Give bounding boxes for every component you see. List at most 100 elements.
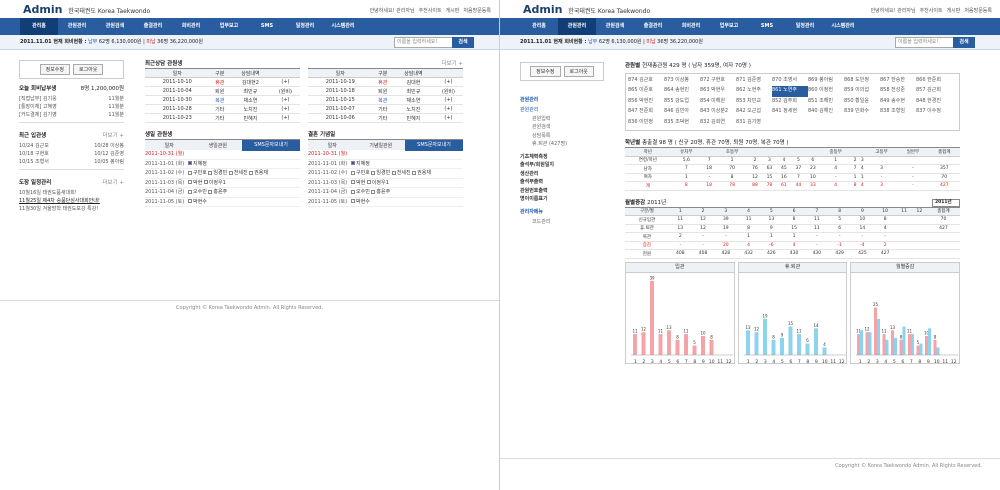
member-checkbox[interactable]: 지혜정 [351,161,370,167]
checkbox-icon[interactable] [366,180,371,184]
menu-system[interactable]: 시스템관리 [824,18,862,35]
checkbox-icon[interactable] [208,189,213,194]
member-item[interactable]: 858 전성준 [880,86,916,96]
member-item[interactable]: 851 조해민 [808,97,844,107]
member-item[interactable]: 847 전준희 [628,107,664,117]
menu-home[interactable]: 관리홈 [20,18,58,35]
sidebar-item[interactable]: 관원입력 [520,115,604,124]
member-item[interactable]: 866 한준희 [916,76,952,86]
table-row[interactable]: 2011-10-19 휴관 김대현 (+) [308,77,463,87]
member-checkbox[interactable]: 박현수 [351,199,370,205]
more-link[interactable]: 더보기 + [102,131,124,139]
member-item[interactable]: 862 노현주 [736,86,772,96]
sidebar-item[interactable]: 출석부/회원일지 [520,161,604,170]
more-link[interactable]: 더보기 + [441,60,463,68]
link-recommend[interactable]: 추천사이트 [920,7,943,14]
member-item[interactable]: 842 오근섭 [736,107,772,117]
member-item[interactable]: 861 노연주 [772,86,808,97]
sidebar-item[interactable]: 상담목록 [520,132,604,141]
member-checkbox[interactable]: 임경민 [208,170,228,176]
member-item[interactable]: 872 구현호 [700,76,736,86]
menu-search[interactable]: 관원검색 [596,18,634,35]
member-checkbox[interactable]: 이정우1 [203,180,226,186]
menu-schedule[interactable]: 일정관리 [286,18,324,35]
member-item[interactable]: 850 황일윤 [844,97,880,107]
sidebar-item[interactable]: 관원검색 [520,123,604,132]
sms-send-button[interactable]: SMS문자보내기 [242,139,300,151]
member-checkbox[interactable]: 임경민 [371,170,391,176]
logo[interactable]: Admin 한국태권도 Korea Taekwondo [23,3,150,16]
member-item[interactable]: 865 이준호 [628,86,664,96]
list-item[interactable]: [직접납부] 김기웅 11월분 [19,95,124,103]
checkbox-icon[interactable] [391,170,396,175]
member-checkbox[interactable]: 천세진 [228,170,249,176]
member-item[interactable]: 867 한승한 [880,76,916,86]
sidebar-item[interactable]: 명이이름표기 [520,195,604,204]
sidebar-item[interactable]: 휴.퇴관 (427명) [520,140,604,149]
member-checkbox[interactable]: 홍윤주 [208,189,227,195]
year-select[interactable]: 2011년 [932,198,960,207]
checkbox-icon[interactable] [351,161,355,165]
checkbox-icon[interactable] [351,170,355,175]
list-item[interactable]: 10/15 조형서 10/05 봉아림 [19,158,124,166]
member-item[interactable]: 857 김근희 [916,86,952,96]
list-item[interactable]: 11월30일 겨울방학 태권도보강 특강! [19,205,124,213]
checkbox-icon[interactable] [188,199,192,203]
member-checkbox[interactable]: 박현 [351,180,367,186]
member-item[interactable]: 863 박현우 [700,86,736,96]
member-item[interactable]: 832 김희연 [700,118,736,128]
member-item[interactable]: 846 김민아 [664,107,700,117]
checkbox-icon[interactable] [228,170,233,175]
list-item[interactable]: [카드결제] 김기영 11월분 [19,111,124,119]
member-item[interactable]: 837 이수정 [916,107,952,117]
list-item[interactable]: 10/18 구현호 10/12 김준영 [19,150,124,158]
member-item[interactable]: 873 이상봉 [664,76,700,86]
menu-members[interactable]: 관원관리 [58,18,96,35]
table-row[interactable]: 2011-10-23 기타 민혜지 (+) [145,113,300,123]
member-item[interactable]: 848 한경진 [916,97,952,107]
member-item[interactable]: 869 봉아림 [808,76,844,86]
table-row[interactable]: 2011-10-06 기타 민혜지 (+) [308,113,463,123]
member-checkbox[interactable]: 박현 [188,180,204,186]
member-item[interactable]: 853 차민교 [736,97,772,107]
menu-fees[interactable]: 회비관리 [172,18,210,35]
checkbox-icon[interactable] [188,170,192,175]
link-board[interactable]: 게시판 [446,7,460,14]
member-item[interactable]: 870 조영서 [772,76,808,86]
checkbox-icon[interactable] [371,189,376,194]
search-button[interactable]: 검색 [452,37,474,48]
menu-home[interactable]: 관리홈 [520,18,558,35]
member-item[interactable]: 868 도민정 [844,76,880,86]
member-checkbox[interactable]: 구민호 [351,170,371,176]
menu-members[interactable]: 관원관리 [558,18,596,35]
edit-info-button[interactable]: 정보수정 [530,66,561,77]
menu-reports[interactable]: 업무보고 [210,18,248,35]
member-item[interactable]: 859 이의섭 [844,86,880,96]
table-row[interactable]: 2011-10-28 기타 노치진 (+) [145,104,300,114]
search-input[interactable]: 이름을 입력하세요! [394,37,454,48]
checkbox-icon[interactable] [412,170,417,175]
member-checkbox[interactable]: 이정우1 [366,180,389,186]
sidebar-item[interactable]: 관원번호출력 [520,187,604,196]
member-checkbox[interactable]: 지혜정 [188,161,207,167]
table-row[interactable]: 2011-10-30 복관 채소연 (+) [145,95,300,105]
menu-search[interactable]: 관원검색 [96,18,134,35]
member-item[interactable]: 839 민화수 [844,107,880,117]
menu-sms[interactable]: SMS [248,18,286,35]
sms-send-button[interactable]: SMS문자보내기 [405,139,463,151]
table-row[interactable]: 2011-10-18 퇴원 최민규 (원비) [308,86,463,96]
checkbox-icon[interactable] [188,189,192,194]
menu-system[interactable]: 시스템관리 [324,18,362,35]
sidebar-item[interactable]: 관원관리 [520,106,604,115]
member-item[interactable]: 840 김해인 [808,107,844,117]
link-board[interactable]: 게시판 [947,7,961,14]
member-item[interactable]: 841 정세현 [772,107,808,117]
edit-info-button[interactable]: 정보수정 [39,64,70,75]
member-item[interactable]: 838 조형임 [880,107,916,117]
link-recommend[interactable]: 추천사이트 [419,7,442,14]
member-checkbox[interactable]: 천세진 [391,170,412,176]
member-checkbox[interactable]: 홍윤주 [371,189,390,195]
member-item[interactable]: 871 김준영 [736,76,772,86]
logout-button[interactable]: 로그아웃 [73,64,104,75]
member-checkbox[interactable]: 구민호 [188,170,208,176]
